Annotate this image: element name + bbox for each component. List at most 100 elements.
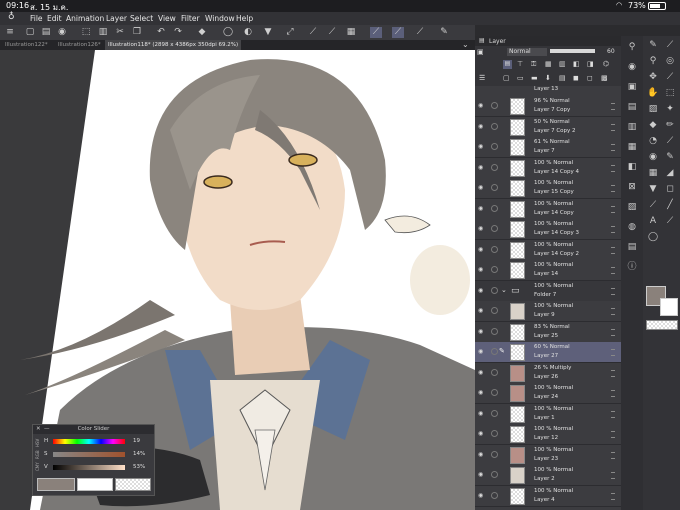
eye-icon[interactable]: ◉ <box>478 348 485 355</box>
layer-select-toggle[interactable] <box>491 225 498 232</box>
clip-icon[interactable]: ▤ <box>503 60 512 69</box>
layer-select-toggle[interactable] <box>491 430 498 437</box>
layer-row[interactable]: ◉ 100 % Normal Layer 24 <box>475 383 621 404</box>
layer-row[interactable]: ◉ 100 % Normal Layer 14 Copy <box>475 198 621 220</box>
eye-icon[interactable]: ◉ <box>478 389 485 396</box>
text-tool-icon[interactable]: A <box>645 214 661 228</box>
eye-icon[interactable]: ◉ <box>478 266 485 273</box>
ruler-icon[interactable]: ⟋ <box>326 27 338 38</box>
new-folder-icon[interactable]: ▬ <box>531 74 538 82</box>
drag-handle-icon[interactable] <box>611 185 615 192</box>
move-tool-icon[interactable]: ✥ <box>645 70 661 84</box>
canvas-area[interactable]: ✕ — Color Slider HSV RGB CMY H 19 S 14% … <box>0 50 475 510</box>
eye-icon[interactable]: ◉ <box>478 451 485 458</box>
tab-rgb[interactable]: RGB <box>34 447 42 459</box>
layer-row[interactable]: ◉ 50 % Normal Layer 7 Copy 2 <box>475 116 621 138</box>
drag-handle-icon[interactable] <box>611 205 615 213</box>
layer-row[interactable]: ◉ 26 % Multiply Layer 26 <box>475 362 621 384</box>
layer-property-icon[interactable]: ▣ <box>477 48 484 56</box>
close-icon[interactable]: ⊠ <box>624 180 640 194</box>
layer-row[interactable]: ◉ 61 % Normal Layer 7 <box>475 137 621 158</box>
clear-icon[interactable]: ⬚ <box>80 27 92 38</box>
main-color-swatch[interactable] <box>37 478 75 491</box>
figure-tool-icon[interactable]: ◢ <box>662 166 678 180</box>
redo-icon[interactable]: ↷ <box>172 27 184 38</box>
layer-row[interactable]: ◉ 100 % Normal Layer 12 <box>475 424 621 445</box>
merge-icon[interactable]: ▤ <box>559 74 566 82</box>
deselect-icon[interactable]: ◯ <box>222 27 234 38</box>
menu-file[interactable]: File <box>30 14 43 23</box>
layer-select-toggle[interactable] <box>491 266 498 273</box>
wand-tool-icon[interactable]: ✦ <box>662 102 678 116</box>
drag-handle-icon[interactable] <box>611 369 615 377</box>
menu-window[interactable]: Window <box>205 14 235 23</box>
layer-select-toggle[interactable] <box>491 102 498 109</box>
layer-row[interactable]: ◉ ✎ 60 % Normal Layer 27 <box>475 342 621 363</box>
paint-tool-icon[interactable]: ✎ <box>662 150 678 164</box>
hamburger-icon[interactable]: ≡ <box>4 27 16 38</box>
eye-icon[interactable]: ◉ <box>478 164 485 171</box>
layer-row[interactable]: ◉ 100 % Normal Layer 2 <box>475 465 621 486</box>
layer-select-toggle[interactable] <box>491 491 498 499</box>
transparent-swatch[interactable] <box>115 478 151 491</box>
lock-icon[interactable]: ⚿ <box>531 60 536 69</box>
drag-handle-icon[interactable] <box>611 308 615 315</box>
layer-select-toggle[interactable] <box>491 286 498 294</box>
layer-row[interactable]: ◉ 100 % Normal Layer 14 <box>475 260 621 281</box>
opacity-value[interactable]: 60 <box>607 48 615 55</box>
history-icon[interactable]: ▤ <box>624 100 640 114</box>
new-canvas-icon[interactable]: ▢ <box>24 27 36 38</box>
transparent-color-box[interactable] <box>646 320 678 330</box>
layer-select-toggle[interactable] <box>491 184 498 191</box>
new-vector-layer-icon[interactable]: ▭ <box>517 74 524 82</box>
hand-tool-icon[interactable]: ✋ <box>645 86 661 100</box>
layer-select-toggle[interactable] <box>491 307 498 314</box>
drag-handle-icon[interactable] <box>611 472 615 479</box>
layer-select-toggle[interactable] <box>491 143 498 150</box>
drag-handle-icon[interactable] <box>611 103 615 110</box>
search-icon[interactable]: ⚲ <box>624 40 640 54</box>
layer-row[interactable]: ◉ 100 % Normal Layer 23 <box>475 444 621 466</box>
layer-select-toggle[interactable] <box>491 122 498 130</box>
menu-view[interactable]: View <box>158 14 176 23</box>
gradient-tool-icon[interactable]: ▦ <box>645 166 661 180</box>
color-slider-icon[interactable]: ◧ <box>624 160 640 174</box>
blend-mode-dropdown[interactable]: Normal <box>507 48 547 56</box>
tab-cmy[interactable]: CMY <box>34 459 42 471</box>
menu-edit[interactable]: Edit <box>47 14 62 23</box>
snap-special-ruler-icon[interactable]: ⟋ <box>392 27 404 38</box>
settings-icon[interactable]: ⌬ <box>603 60 609 68</box>
navigator-icon[interactable]: ◉ <box>624 60 640 74</box>
eye-icon[interactable]: ◉ <box>478 328 485 335</box>
drag-handle-icon[interactable] <box>611 431 615 438</box>
eye-icon[interactable]: ◉ <box>478 287 485 294</box>
eraser-icon[interactable]: ◆ <box>196 27 208 38</box>
eye-icon[interactable]: ◉ <box>478 369 485 376</box>
bucket-tool-icon[interactable]: ▼ <box>645 182 661 196</box>
drag-handle-icon[interactable] <box>611 246 615 254</box>
eye-icon[interactable]: ◉ <box>478 102 485 109</box>
drag-handle-icon[interactable] <box>611 390 615 397</box>
menu-layer[interactable]: Layer <box>106 14 127 23</box>
tab-illustration126[interactable]: Illustration126* <box>55 40 104 50</box>
saturation-slider[interactable] <box>53 452 125 457</box>
copy-icon[interactable]: ❐ <box>131 27 143 38</box>
layer-row[interactable]: ◉ 100 % Normal Layer 4 <box>475 485 621 507</box>
value-value[interactable]: 53% <box>133 464 145 470</box>
info-icon[interactable]: ⓘ <box>624 260 640 274</box>
layer-select-toggle[interactable] <box>491 471 498 478</box>
hue-slider[interactable] <box>53 439 125 444</box>
delete-layer-icon[interactable]: ▩ <box>601 74 608 82</box>
layer-select-toggle[interactable] <box>491 327 498 335</box>
eye-icon[interactable]: ◉ <box>478 143 485 150</box>
menu-filter[interactable]: Filter <box>181 14 200 23</box>
eye-icon[interactable]: ◉ <box>478 471 485 478</box>
layer-row[interactable]: ◉ ⌄ ▭ 100 % Normal Folder 7 <box>475 280 621 302</box>
frame-tool-icon[interactable]: ◻ <box>662 182 678 196</box>
line-tool-icon[interactable]: ╱ <box>662 198 678 212</box>
fill-tool-icon[interactable]: ◉ <box>645 150 661 164</box>
drag-handle-icon[interactable] <box>611 492 615 500</box>
open-icon[interactable]: ▤ <box>40 27 52 38</box>
zoom-tool-icon[interactable]: ⚲ <box>645 54 661 68</box>
ruler-tool-icon[interactable]: ⟋ <box>645 198 661 212</box>
